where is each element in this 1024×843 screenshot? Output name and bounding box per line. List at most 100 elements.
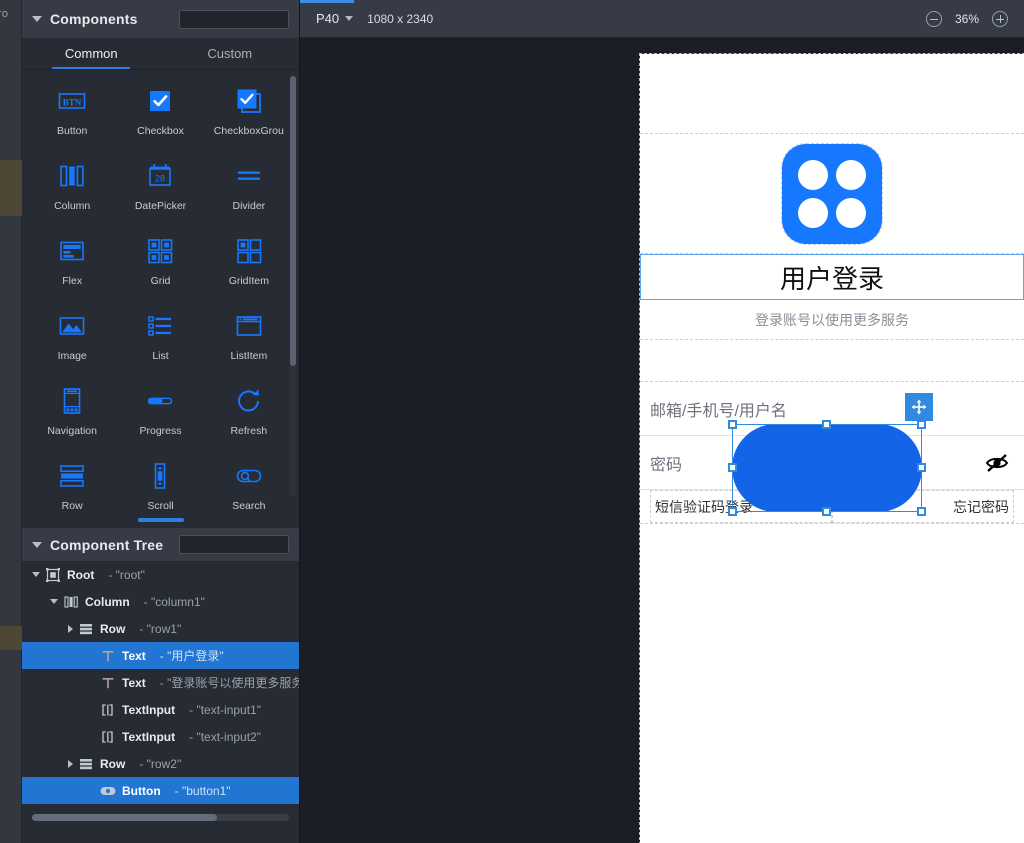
tree-row-row[interactable]: Row - "row2" bbox=[22, 750, 299, 777]
navigation-icon bbox=[55, 384, 89, 418]
tree-row-textinput[interactable]: TextInput - "text-input1" bbox=[22, 696, 299, 723]
button-pill-icon bbox=[100, 783, 116, 799]
preview-top-spacer bbox=[640, 54, 1024, 134]
palette-item-checkboxgrou[interactable]: CheckboxGrou bbox=[205, 78, 293, 137]
chevron-down-icon[interactable] bbox=[32, 572, 40, 577]
components-search-box[interactable] bbox=[179, 9, 337, 29]
resize-handle-bottom-left[interactable] bbox=[728, 507, 737, 516]
device-preview-frame[interactable]: 用户登录 登录账号以使用更多服务 邮箱/手机号/用户名 密码 短信验证码登录 忘… bbox=[639, 53, 1024, 843]
palette-item-label: CheckboxGrou bbox=[213, 125, 284, 137]
resize-handle-top-left[interactable] bbox=[728, 420, 737, 429]
device-selector[interactable]: P40 bbox=[316, 11, 354, 26]
palette-item-button[interactable]: BTN Button bbox=[28, 78, 116, 137]
button-icon: BTN bbox=[55, 84, 89, 118]
preview-title-text[interactable]: 用户登录 bbox=[640, 254, 1024, 300]
tree-row-text[interactable]: Text - "登录账号以使用更多服务" bbox=[22, 669, 299, 696]
palette-item-label: Search bbox=[232, 500, 266, 510]
palette-item-label: Flex bbox=[62, 275, 83, 287]
search-icon bbox=[232, 459, 266, 493]
row-icon bbox=[78, 621, 94, 637]
palette-item-label: Row bbox=[61, 500, 83, 510]
tree-row-button[interactable]: Button - "button1" bbox=[22, 777, 299, 804]
palette-item-griditem[interactable]: GridItem bbox=[205, 228, 293, 287]
palette-item-datepicker[interactable]: 28 DatePicker bbox=[116, 153, 204, 212]
component-palette-scrollbar-thumb[interactable] bbox=[290, 76, 296, 366]
preview-subtitle-text[interactable]: 登录账号以使用更多服务 bbox=[640, 300, 1024, 340]
progress-icon bbox=[143, 384, 177, 418]
resize-handle-bottom-center[interactable] bbox=[822, 507, 831, 516]
component-palette-scrollbar[interactable] bbox=[290, 76, 296, 496]
resize-handle-bottom-right[interactable] bbox=[917, 507, 926, 516]
tree-node-name: Column bbox=[85, 594, 130, 609]
zoom-level-label: 36% bbox=[954, 11, 980, 26]
tab-common[interactable]: Common bbox=[22, 38, 161, 69]
chevron-down-icon-tree[interactable] bbox=[32, 541, 42, 548]
palette-item-flex[interactable]: Flex bbox=[28, 228, 116, 287]
tree-node-name: Row bbox=[100, 756, 126, 771]
palette-item-scroll[interactable]: Scroll bbox=[116, 453, 204, 510]
palette-item-grid[interactable]: Grid bbox=[116, 228, 204, 287]
refresh-icon bbox=[232, 384, 266, 418]
preview-spacer bbox=[640, 340, 1024, 382]
forgot-password-label: 忘记密码 bbox=[953, 498, 1009, 515]
svg-text:BTN: BTN bbox=[63, 98, 82, 108]
tree-row-column[interactable]: Column - "column1" bbox=[22, 588, 299, 615]
left-vertical-tab-strip[interactable]: ro bbox=[0, 0, 22, 843]
resize-handle-top-right[interactable] bbox=[917, 420, 926, 429]
palette-item-divider[interactable]: Divider bbox=[205, 153, 293, 212]
move-handle-icon[interactable] bbox=[905, 393, 933, 421]
palette-item-navigation[interactable]: Navigation bbox=[28, 378, 116, 437]
palette-item-list[interactable]: List bbox=[116, 303, 204, 362]
canvas-toolbar: P40 1080 x 2340 36% bbox=[300, 0, 1024, 38]
palette-item-refresh[interactable]: Refresh bbox=[205, 378, 293, 437]
eye-off-icon[interactable] bbox=[984, 450, 1010, 476]
palette-item-label: DatePicker bbox=[134, 200, 187, 212]
tree-row-text[interactable]: Text - "用户登录" bbox=[22, 642, 299, 669]
app-logo-icon bbox=[781, 142, 883, 245]
username-placeholder: 邮箱/手机号/用户名 bbox=[650, 402, 787, 420]
palette-item-progress[interactable]: Progress bbox=[116, 378, 204, 437]
chevron-right-icon[interactable] bbox=[68, 759, 73, 768]
zoom-out-button[interactable] bbox=[926, 10, 942, 27]
chevron-right-icon[interactable] bbox=[68, 624, 73, 633]
zoom-in-button[interactable] bbox=[992, 10, 1008, 27]
palette-item-column[interactable]: Column bbox=[28, 153, 116, 212]
tree-node-id: - "root" bbox=[108, 567, 145, 582]
palette-item-checkbox[interactable]: Checkbox bbox=[116, 78, 204, 137]
panel-resize-handle[interactable] bbox=[22, 512, 299, 528]
row-icon bbox=[55, 459, 89, 493]
palette-item-row[interactable]: Row bbox=[28, 453, 116, 510]
component-tree-hscrollbar-thumb[interactable] bbox=[32, 814, 218, 821]
palette-item-listitem[interactable]: ListItem bbox=[205, 303, 293, 362]
move-arrows-icon bbox=[911, 399, 927, 415]
chevron-down-icon[interactable] bbox=[50, 599, 58, 604]
tab-custom-label: Custom bbox=[207, 46, 253, 61]
component-tree-hscrollbar[interactable] bbox=[32, 814, 289, 821]
tab-custom[interactable]: Custom bbox=[161, 38, 300, 69]
text-input-icon bbox=[100, 729, 116, 745]
date-picker-icon: 28 bbox=[143, 159, 177, 193]
chevron-down-icon[interactable] bbox=[32, 16, 42, 22]
tree-row-textinput[interactable]: TextInput - "text-input2" bbox=[22, 723, 299, 750]
palette-item-image[interactable]: Image bbox=[28, 303, 116, 362]
palette-item-label: Progress bbox=[139, 425, 182, 437]
tree-node-id: - "column1" bbox=[143, 594, 205, 609]
resize-handle-top-center[interactable] bbox=[822, 420, 831, 429]
design-canvas[interactable]: 用户登录 登录账号以使用更多服务 邮箱/手机号/用户名 密码 短信验证码登录 忘… bbox=[300, 38, 1024, 843]
column-icon bbox=[55, 159, 89, 193]
components-panel-title: Components bbox=[50, 11, 138, 27]
tree-row-row[interactable]: Row - "row1" bbox=[22, 615, 299, 642]
grid-item-icon bbox=[232, 234, 266, 268]
checkbox-group-icon bbox=[232, 84, 266, 118]
tree-row-root[interactable]: Root - "root" bbox=[22, 561, 299, 588]
palette-item-search[interactable]: Search bbox=[205, 453, 293, 510]
resize-handle-middle-left[interactable] bbox=[728, 463, 737, 472]
preview-logo-slot[interactable] bbox=[640, 134, 1024, 254]
resize-handle-middle-right[interactable] bbox=[917, 463, 926, 472]
palette-item-label: Column bbox=[54, 200, 91, 212]
list-icon bbox=[143, 309, 177, 343]
component-tree-search-box[interactable] bbox=[179, 535, 337, 554]
palette-item-label: Divider bbox=[232, 200, 266, 212]
tree-node-id: - "row1" bbox=[139, 621, 182, 636]
panel-resize-grip bbox=[137, 518, 184, 522]
